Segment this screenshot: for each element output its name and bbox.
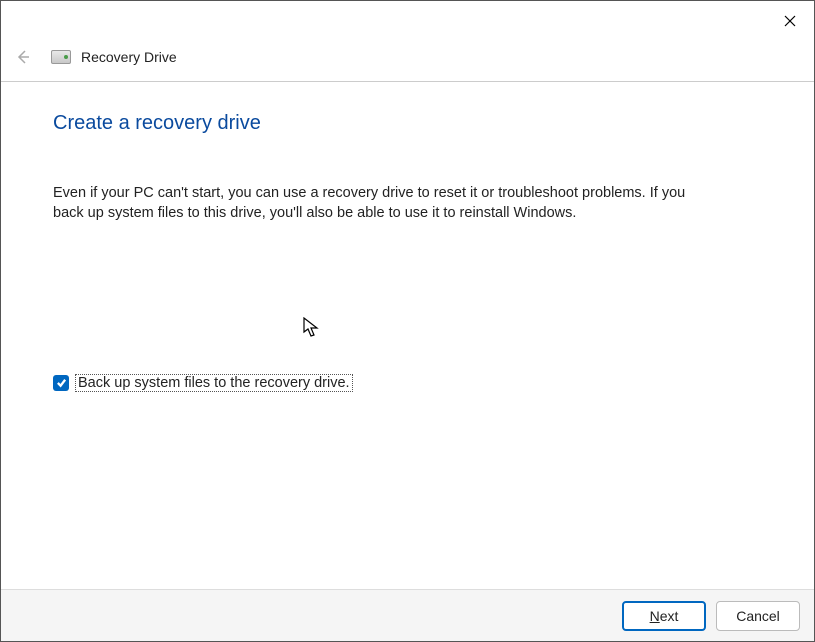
backup-checkbox-label[interactable]: Back up system files to the recovery dri… [75, 374, 353, 392]
titlebar [1, 1, 814, 41]
next-button-rest: ext [660, 608, 679, 624]
backup-checkbox[interactable] [53, 375, 69, 391]
close-button[interactable] [778, 9, 802, 33]
backup-checkbox-row[interactable]: Back up system files to the recovery dri… [53, 374, 762, 392]
page-title: Create a recovery drive [53, 112, 762, 135]
app-title: Recovery Drive [81, 49, 177, 65]
wizard-footer: Next Cancel [1, 589, 814, 641]
wizard-header: Recovery Drive [1, 41, 814, 82]
content-area: Create a recovery drive Even if your PC … [1, 82, 814, 392]
drive-icon [51, 50, 71, 64]
back-arrow-icon [13, 47, 33, 67]
next-button-accel: N [650, 608, 660, 624]
page-description: Even if your PC can't start, you can use… [53, 183, 713, 224]
next-button[interactable]: Next [622, 601, 706, 631]
cancel-button[interactable]: Cancel [716, 601, 800, 631]
